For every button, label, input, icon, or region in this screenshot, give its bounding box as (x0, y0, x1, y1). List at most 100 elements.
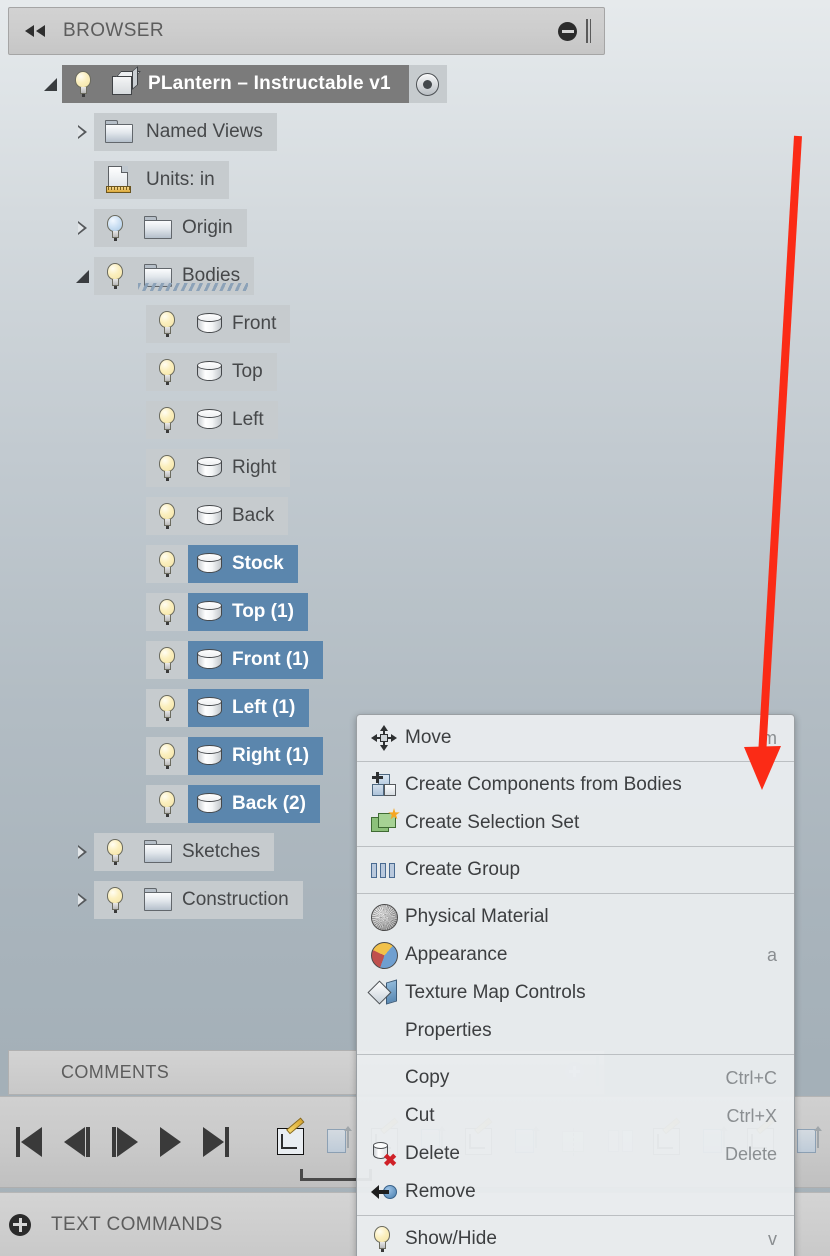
remove-arrow-icon (371, 1177, 405, 1207)
menu-separator (357, 761, 794, 762)
tree-row-body[interactable]: Left (146, 401, 278, 439)
tree-row-body[interactable]: Right (1) (146, 737, 324, 775)
lightbulb-toggle[interactable] (146, 455, 188, 481)
menu-item-move[interactable]: Move m (357, 719, 794, 757)
menu-separator (357, 1215, 794, 1216)
tree-row-label: Back (232, 505, 275, 526)
drag-grip-icon[interactable] (586, 19, 591, 43)
tree-row-origin[interactable]: Origin (0, 204, 640, 252)
tree-row-body[interactable]: Top (1) (146, 593, 308, 631)
lightbulb-toggle[interactable] (146, 551, 188, 577)
text-commands-label: TEXT COMMANDS (51, 1213, 223, 1235)
lightbulb-toggle[interactable] (146, 599, 188, 625)
menu-item-show-hide[interactable]: Show/Hide v (357, 1220, 794, 1256)
body-cylinder-icon (188, 312, 232, 337)
tree-row-stock[interactable]: Stock (0, 540, 640, 588)
tree-row-body[interactable]: Construction (94, 881, 303, 919)
double-left-arrow-icon (25, 25, 45, 37)
menu-item-label: Appearance (405, 944, 508, 965)
menu-item-remove[interactable]: Remove (357, 1173, 794, 1211)
go-to-beginning-icon[interactable] (16, 1127, 42, 1157)
tree-row-top-1[interactable]: Top (1) (0, 588, 640, 636)
lightbulb-toggle[interactable] (146, 359, 188, 385)
tree-row-body[interactable]: Stock (146, 545, 298, 583)
menu-item-appearance[interactable]: Appearance a (357, 936, 794, 974)
lightbulb-icon (156, 359, 178, 385)
tree-row-body[interactable]: Top (146, 353, 277, 391)
lightbulb-toggle[interactable] (146, 791, 188, 817)
tree-row-label: Construction (182, 889, 289, 910)
tree-row-left[interactable]: Left (0, 396, 640, 444)
activate-radio-icon[interactable] (408, 65, 447, 103)
timeline-sketch-icon[interactable] (275, 1117, 309, 1158)
tree-row-body[interactable]: Sketches (94, 833, 275, 871)
menu-item-physical-material[interactable]: Physical Material (357, 898, 794, 936)
tree-row-right[interactable]: Right (0, 444, 640, 492)
menu-item-create-selection-set[interactable]: Create Selection Set (357, 804, 794, 842)
tree-row-body[interactable]: Origin (94, 209, 247, 247)
menu-item-create-group[interactable]: Create Group (357, 851, 794, 889)
tree-row-body[interactable]: Units: in (94, 161, 229, 199)
no-icon-placeholder (371, 1101, 405, 1131)
tree-row-body[interactable]: PLantern – Instructable v1 (62, 65, 409, 103)
menu-item-copy[interactable]: Copy Ctrl+C (357, 1059, 794, 1097)
tree-row-body[interactable]: Left (1) (146, 689, 310, 727)
lightbulb-icon (156, 791, 178, 817)
menu-item-texture-map-controls[interactable]: Texture Map Controls (357, 974, 794, 1012)
lightbulb-toggle[interactable] (146, 695, 188, 721)
tree-row-body[interactable]: Front (146, 305, 291, 343)
lightbulb-toggle[interactable] (146, 503, 188, 529)
timeline-extrude-icon[interactable] (322, 1126, 356, 1158)
tree-row-body[interactable]: Back (2) (146, 785, 320, 823)
twisty-open-icon[interactable] (72, 265, 94, 287)
tree-row-body[interactable]: Bodies (94, 257, 255, 295)
lightbulb-toggle[interactable] (94, 263, 136, 289)
create-selection-set-icon (371, 808, 405, 838)
body-cylinder-icon (188, 456, 232, 481)
lightbulb-toggle[interactable] (62, 71, 104, 97)
tree-row-body[interactable]: Back (146, 497, 289, 535)
step-forward-icon[interactable] (112, 1127, 138, 1157)
step-back-icon[interactable] (64, 1127, 90, 1157)
tree-row-root[interactable]: PLantern – Instructable v1 (0, 60, 640, 108)
body-cylinder-icon (188, 696, 232, 721)
twisty-closed-icon[interactable] (72, 121, 94, 143)
tree-row-body[interactable]: Front (1) (146, 641, 324, 679)
folder-icon (136, 264, 182, 288)
minus-circle-icon[interactable] (558, 21, 577, 41)
collapse-panel-icon[interactable] (23, 21, 49, 41)
play-icon[interactable] (160, 1127, 181, 1157)
timeline-extrude-icon-5[interactable] (792, 1126, 826, 1158)
menu-item-delete[interactable]: ✖ Delete Delete (357, 1135, 794, 1173)
tree-row-bodies[interactable]: Bodies (0, 252, 640, 300)
tree-row-back[interactable]: Back (0, 492, 640, 540)
go-to-end-icon[interactable] (203, 1127, 229, 1157)
tree-row-top[interactable]: Top (0, 348, 640, 396)
lightbulb-toggle[interactable] (146, 743, 188, 769)
tree-row-named-views[interactable]: Named Views (0, 108, 640, 156)
panel-title: BROWSER (63, 20, 164, 41)
twisty-open-icon[interactable] (40, 73, 62, 95)
tree-row-front-1[interactable]: Front (1) (0, 636, 640, 684)
lightbulb-toggle[interactable] (94, 215, 136, 241)
lightbulb-toggle[interactable] (146, 647, 188, 673)
twisty-closed-icon[interactable] (72, 889, 94, 911)
tree-row-label: Named Views (146, 121, 263, 142)
menu-item-create-components-from-bodies[interactable]: Create Components from Bodies (357, 766, 794, 804)
tree-row-body[interactable]: Named Views (94, 113, 277, 151)
tree-row-units[interactable]: Units: in (0, 156, 640, 204)
tree-row-body[interactable]: Right (146, 449, 291, 487)
menu-item-properties[interactable]: Properties (357, 1012, 794, 1050)
lightbulb-toggle[interactable] (146, 311, 188, 337)
tree-row-front[interactable]: Front (0, 300, 640, 348)
lightbulb-toggle[interactable] (146, 407, 188, 433)
lightbulb-toggle[interactable] (94, 839, 136, 865)
tree-row-label: Left (232, 409, 264, 430)
menu-item-label: Texture Map Controls (405, 982, 586, 1003)
twisty-closed-icon[interactable] (72, 841, 94, 863)
twisty-closed-icon[interactable] (72, 217, 94, 239)
lightbulb-toggle[interactable] (94, 887, 136, 913)
plus-circle-icon[interactable] (9, 1213, 31, 1236)
menu-item-cut[interactable]: Cut Ctrl+X (357, 1097, 794, 1135)
menu-item-shortcut: Ctrl+C (725, 1067, 777, 1088)
